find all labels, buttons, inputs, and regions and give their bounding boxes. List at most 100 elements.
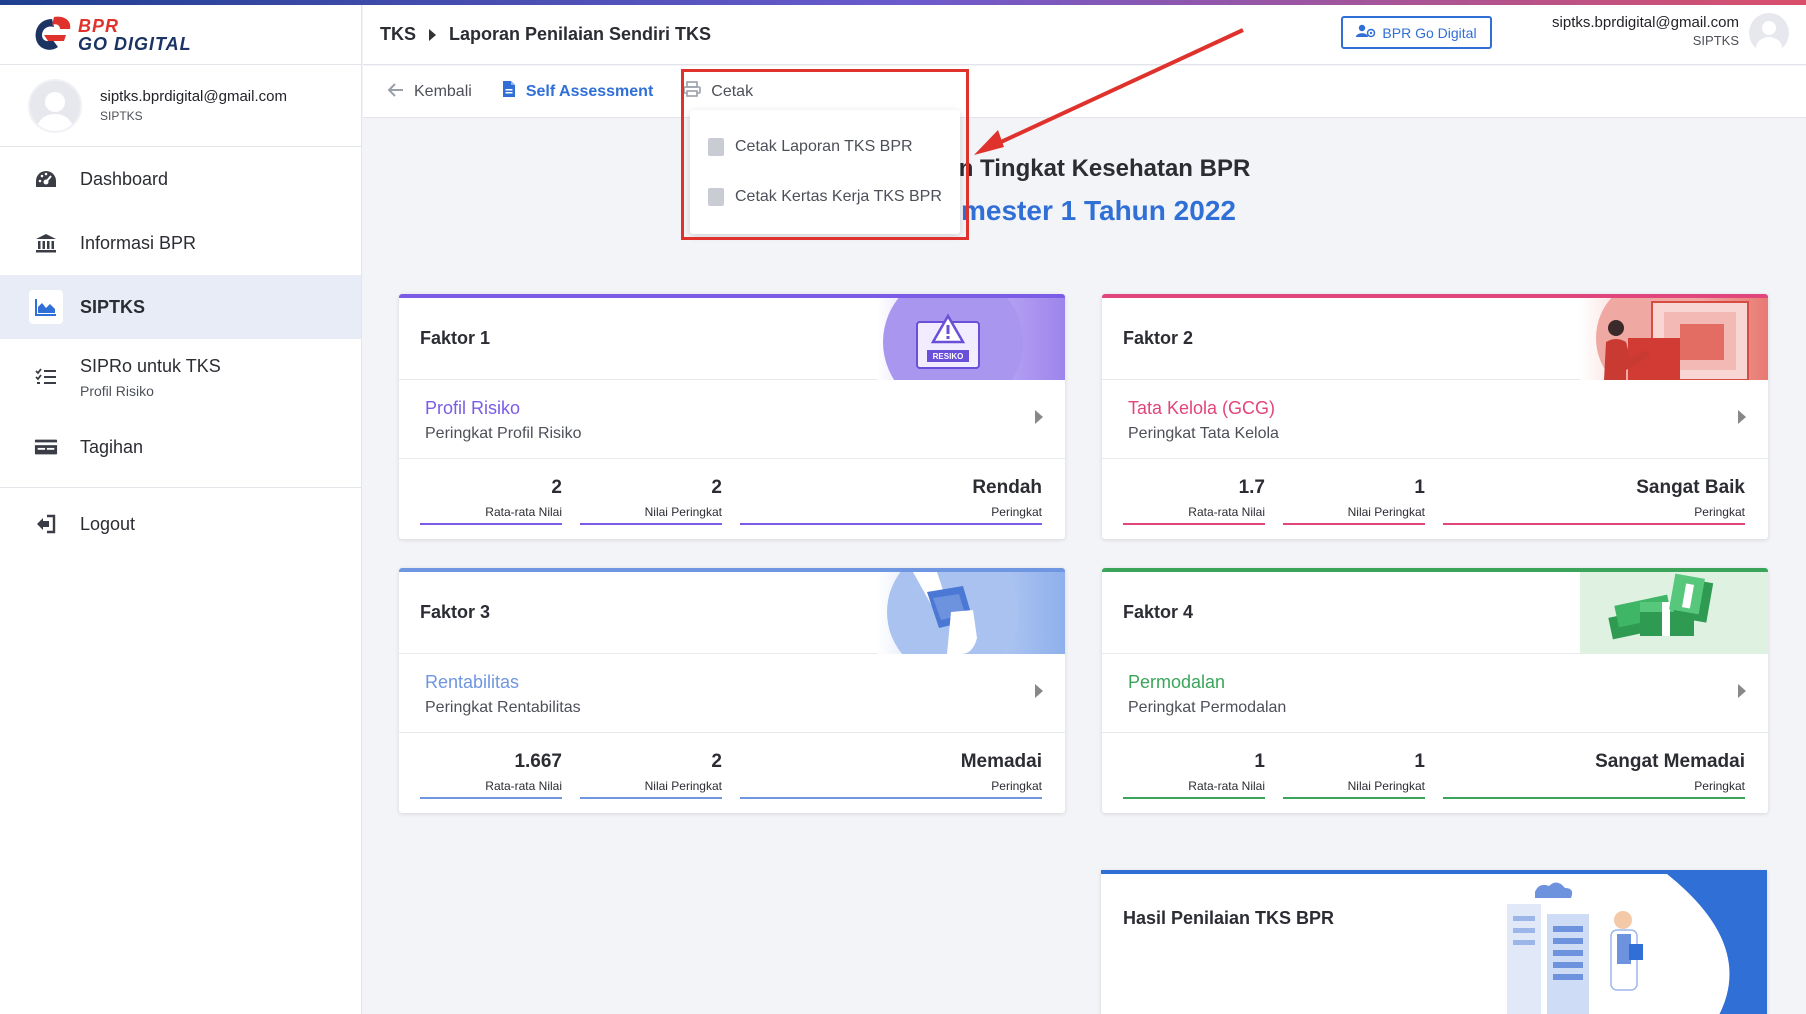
factor-name: Profil Risiko bbox=[425, 398, 521, 418]
stat-rank: Rendah Peringkat bbox=[740, 477, 1042, 525]
self-assessment-label: Self Assessment bbox=[525, 82, 654, 100]
stat-average: 1.667 Rata-rata Nilai bbox=[420, 751, 562, 799]
stat-value: 1.667 bbox=[514, 751, 562, 772]
stat-average: 1.7 Rata-rata Nilai bbox=[1123, 477, 1265, 525]
factor-card-1: Faktor 1 RESIKO Profil Risiko Peringkat … bbox=[399, 294, 1065, 539]
print-worksheet-menu-item[interactable]: Cetak Kertas Kerja TKS BPR bbox=[690, 172, 960, 222]
logo-mark-icon bbox=[30, 15, 74, 55]
card-title: Hasil Penilaian TKS BPR bbox=[1123, 908, 1335, 928]
header-avatar[interactable] bbox=[1749, 13, 1789, 53]
stat-value: 2 bbox=[711, 477, 722, 498]
stat-value: Sangat Baik bbox=[1636, 477, 1745, 498]
factor-name: Permodalan bbox=[1128, 672, 1226, 692]
back-button[interactable]: Kembali bbox=[387, 81, 472, 102]
chevron-right-icon bbox=[1035, 684, 1043, 698]
factor-link-row[interactable]: Tata Kelola (GCG) Peringkat Tata Kelola bbox=[1102, 380, 1768, 459]
sidebar-item-label: Tagihan bbox=[80, 436, 144, 457]
avatar bbox=[28, 78, 82, 133]
stat-average: 2 Rata-rata Nilai bbox=[420, 477, 562, 525]
factor-name: Tata Kelola (GCG) bbox=[1128, 398, 1276, 418]
factor-name: Rentabilitas bbox=[425, 672, 520, 692]
factor-card-3: Faktor 3 Rentabilitas Peringkat Rentabil… bbox=[399, 568, 1065, 813]
print-report-menu-item[interactable]: Cetak Laporan TKS BPR bbox=[690, 122, 960, 172]
sidebar-item-label: Dashboard bbox=[80, 168, 169, 189]
header-role: SIPTKS bbox=[1692, 33, 1739, 48]
annotation-arrow bbox=[974, 28, 1244, 155]
stat-value: 2 bbox=[551, 477, 562, 498]
sidebar-item-label: SIPRo untuk TKS bbox=[80, 355, 221, 376]
stat-value: 1 bbox=[1254, 751, 1265, 772]
factor-card-2: Faktor 2 Tata Kelola (GCG) Peringkat Tat… bbox=[1102, 294, 1768, 539]
stat-value: 1 bbox=[1414, 751, 1425, 772]
app-logo[interactable]: BPR GO DIGITAL bbox=[0, 5, 361, 65]
header-user[interactable]: siptks.bprdigital@gmail.com SIPTKS bbox=[1552, 14, 1739, 48]
print-button[interactable]: Cetak bbox=[683, 81, 753, 102]
breadcrumb-tks[interactable]: TKS bbox=[380, 24, 416, 45]
file-icon bbox=[708, 138, 724, 156]
stat-score: 1 Nilai Peringkat bbox=[1283, 477, 1425, 525]
stat-average: 1 Rata-rata Nilai bbox=[1123, 751, 1265, 799]
print-label: Cetak bbox=[711, 82, 754, 100]
factor-desc: Peringkat Tata Kelola bbox=[1128, 425, 1279, 442]
assessment-result-card[interactable]: Hasil Penilaian TKS BPR bbox=[1101, 870, 1767, 1014]
factor-desc: Peringkat Rentabilitas bbox=[425, 699, 581, 716]
stat-label: Nilai Peringkat bbox=[1347, 779, 1425, 793]
stat-label: Rata-rata Nilai bbox=[1188, 505, 1265, 519]
document-icon bbox=[502, 80, 516, 103]
chevron-right-icon bbox=[1738, 410, 1746, 424]
arrow-left-icon bbox=[387, 81, 404, 102]
sidebar: BPR GO DIGITAL siptks.bprdigital@gmail.c… bbox=[0, 5, 362, 1014]
sidebar-item-siptks[interactable]: SIPTKS bbox=[0, 275, 361, 339]
breadcrumb: TKS Laporan Penilaian Sendiri TKS bbox=[363, 24, 711, 45]
sidebar-item-label: SIPTKS bbox=[80, 296, 146, 317]
stat-value: Rendah bbox=[972, 477, 1042, 498]
doctor-server-illustration bbox=[1507, 874, 1767, 1014]
stat-value: Sangat Memadai bbox=[1595, 751, 1745, 772]
sidebar-profile[interactable]: siptks.bprdigital@gmail.com SIPTKS bbox=[0, 65, 361, 147]
sidebar-item-label: Informasi BPR bbox=[80, 232, 197, 253]
stat-score: 2 Nilai Peringkat bbox=[580, 477, 722, 525]
card-title: Faktor 4 bbox=[1123, 602, 1194, 622]
print-dropdown-menu: Cetak Laporan TKS BPR Cetak Kertas Kerja… bbox=[690, 110, 960, 234]
factor-link-row[interactable]: Profil Risiko Peringkat Profil Risiko bbox=[399, 380, 1065, 459]
factor-desc: Peringkat Profil Risiko bbox=[425, 425, 582, 442]
card-title: Faktor 2 bbox=[1123, 328, 1194, 348]
stat-label: Rata-rata Nilai bbox=[485, 779, 562, 793]
gauge-icon bbox=[34, 167, 58, 191]
back-label: Kembali bbox=[414, 82, 472, 100]
logo-line1: BPR bbox=[78, 15, 120, 36]
art-label: RESIKO bbox=[933, 352, 964, 361]
sidebar-item-tagihan[interactable]: Tagihan bbox=[0, 415, 361, 479]
billing-card-icon bbox=[34, 435, 58, 459]
profile-role: SIPTKS bbox=[100, 109, 143, 123]
stat-value: 1 bbox=[1414, 477, 1425, 498]
sidebar-item-dashboard[interactable]: Dashboard bbox=[0, 147, 361, 211]
bank-icon bbox=[34, 231, 58, 255]
factor-link-row[interactable]: Rentabilitas Peringkat Rentabilitas bbox=[399, 654, 1065, 733]
stat-value: 1.7 bbox=[1238, 477, 1265, 498]
stat-label: Peringkat bbox=[991, 505, 1042, 519]
user-group-icon bbox=[1356, 24, 1376, 41]
stat-label: Rata-rata Nilai bbox=[485, 505, 562, 519]
header-email: siptks.bprdigital@gmail.com bbox=[1552, 14, 1739, 31]
sidebar-item-sipro[interactable]: SIPRo untuk TKS Profil Risiko bbox=[0, 339, 361, 415]
stat-rank: Sangat Memadai Peringkat bbox=[1443, 751, 1745, 799]
area-chart-icon bbox=[29, 290, 63, 324]
stat-rank: Sangat Baik Peringkat bbox=[1443, 477, 1745, 525]
cash-stack-icon bbox=[1580, 572, 1768, 654]
factor-link-row[interactable]: Permodalan Peringkat Permodalan bbox=[1102, 654, 1768, 733]
sidebar-item-logout[interactable]: Logout bbox=[0, 492, 361, 556]
stat-score: 2 Nilai Peringkat bbox=[580, 751, 722, 799]
money-hand-icon bbox=[877, 572, 1065, 654]
list-check-icon bbox=[34, 365, 58, 389]
self-assessment-button[interactable]: Self Assessment bbox=[502, 80, 653, 103]
chevron-right-icon bbox=[429, 28, 436, 41]
page-title-line2: mester 1 Tahun 2022 bbox=[961, 195, 1236, 226]
bpr-go-digital-button[interactable]: BPR Go Digital bbox=[1341, 16, 1492, 49]
logout-icon bbox=[34, 512, 58, 536]
page-title: ian Tingkat Kesehatan BPR mester 1 Tahun… bbox=[363, 155, 1806, 227]
logo-line2: GO DIGITAL bbox=[78, 33, 192, 54]
sidebar-item-informasi-bpr[interactable]: Informasi BPR bbox=[0, 211, 361, 275]
risk-warning-icon: RESIKO bbox=[877, 298, 1065, 380]
stat-label: Peringkat bbox=[991, 779, 1042, 793]
